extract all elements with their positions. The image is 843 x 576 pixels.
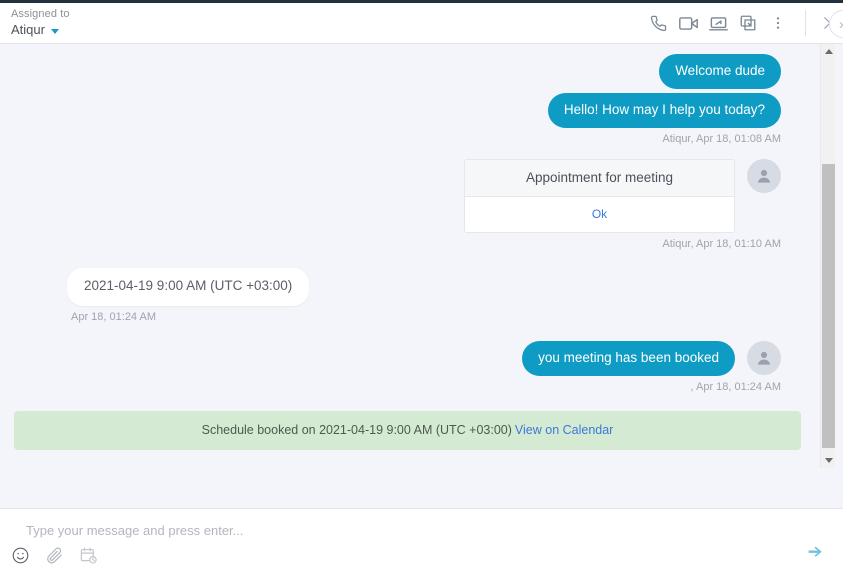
assigned-to-label: Assigned to: [11, 7, 70, 20]
paperclip-icon[interactable]: [40, 541, 68, 569]
message-bubble-incoming: 2021-04-19 9:00 AM (UTC +03:00): [67, 268, 310, 306]
scrollbar-thumb[interactable]: [822, 164, 835, 448]
header-actions: »: [643, 3, 843, 43]
message-bubble-outgoing: Welcome dude: [659, 54, 781, 90]
message-timestamp: , Apr 18, 01:24 AM: [690, 380, 781, 393]
message-row: Welcome dude: [14, 54, 781, 90]
screen-share-icon[interactable]: [703, 3, 733, 43]
appointment-card-ok-button[interactable]: Ok: [592, 207, 607, 221]
composer-tools: [6, 541, 102, 569]
appointment-card-title: Appointment for meeting: [465, 160, 734, 198]
avatar: [747, 159, 781, 194]
message-bubble-outgoing: Hello! How may I help you today?: [547, 93, 781, 129]
message-input[interactable]: [24, 522, 788, 539]
message-bubble-outgoing: you meeting has been booked: [522, 340, 735, 376]
message-timestamp: Apr 18, 01:24 AM: [71, 310, 156, 323]
message-list: Welcome dude Hello! How may I help you t…: [0, 44, 843, 508]
message-timestamp: Atiqur, Apr 18, 01:08 AM: [662, 133, 781, 146]
scroll-down-icon[interactable]: [821, 453, 836, 468]
message-row: Hello! How may I help you today?: [14, 93, 781, 129]
chat-widget: Assigned to Atiqur Welcome dude Hello! H…: [0, 0, 843, 576]
avatar: [747, 340, 781, 375]
schedule-booked-notice: Schedule booked on 2021-04-19 9:00 AM (U…: [14, 410, 801, 450]
copy-icon[interactable]: [733, 3, 763, 43]
message-row: 2021-04-19 9:00 AM (UTC +03:00) Apr 18, …: [14, 268, 781, 323]
video-camera-icon[interactable]: [673, 3, 703, 43]
message-row: you meeting has been booked: [14, 340, 781, 376]
chat-scrollbar[interactable]: [820, 44, 835, 468]
message-composer: [0, 508, 843, 576]
appointment-card: Appointment for meeting Ok: [464, 159, 735, 234]
header-divider: [805, 10, 806, 36]
message-timestamp: Atiqur, Apr 18, 01:10 AM: [662, 238, 781, 251]
schedule-booked-text: Schedule booked on 2021-04-19 9:00 AM (U…: [201, 422, 512, 437]
assigned-to-selector[interactable]: Assigned to Atiqur: [0, 8, 70, 39]
assigned-agent-name: Atiqur: [11, 22, 45, 38]
view-on-calendar-link[interactable]: View on Calendar: [515, 423, 613, 437]
chevron-down-icon[interactable]: [50, 28, 59, 34]
more-vertical-icon[interactable]: [763, 3, 793, 43]
phone-icon[interactable]: [643, 3, 673, 43]
scroll-up-icon[interactable]: [821, 44, 836, 59]
calendar-clock-icon[interactable]: [74, 541, 102, 569]
chat-header: Assigned to Atiqur: [0, 3, 843, 44]
emoji-icon[interactable]: [6, 541, 34, 569]
send-icon[interactable]: [801, 540, 831, 564]
appointment-card-body: Ok: [465, 197, 734, 233]
message-row: Appointment for meeting Ok: [14, 159, 781, 234]
